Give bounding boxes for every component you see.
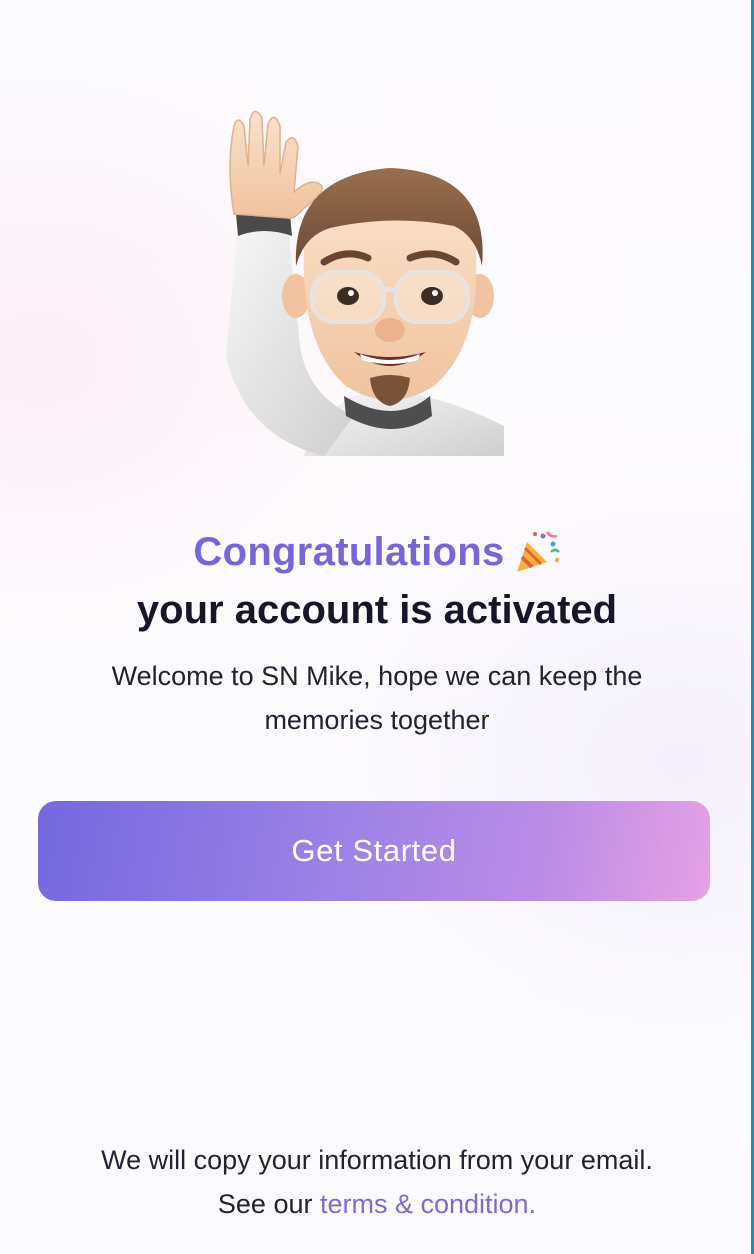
see-our-text: See our — [217, 1189, 320, 1219]
footer-line-2: See our terms & condition. — [0, 1182, 754, 1226]
account-activated-subtitle: your account is activated — [136, 588, 618, 632]
footer-line-1: We will copy your information from your … — [101, 1145, 653, 1175]
welcome-message: Welcome to SN Mike, hope we can keep the… — [0, 654, 754, 742]
terms-link[interactable]: terms & condition. — [320, 1189, 536, 1219]
party-popper-icon — [513, 528, 561, 576]
get-started-button[interactable]: Get Started — [38, 801, 710, 901]
welcome-line-1: Welcome to SN Mike, hope we can keep the — [111, 661, 643, 691]
headline: Congratulations your account is activate… — [0, 524, 754, 636]
congrats-title: Congratulations — [193, 529, 505, 574]
welcome-line-2: memories together — [264, 705, 490, 735]
footer-notice: We will copy your information from your … — [0, 1138, 754, 1226]
congrats-row: Congratulations — [0, 524, 754, 580]
waving-avatar-icon — [204, 96, 534, 456]
